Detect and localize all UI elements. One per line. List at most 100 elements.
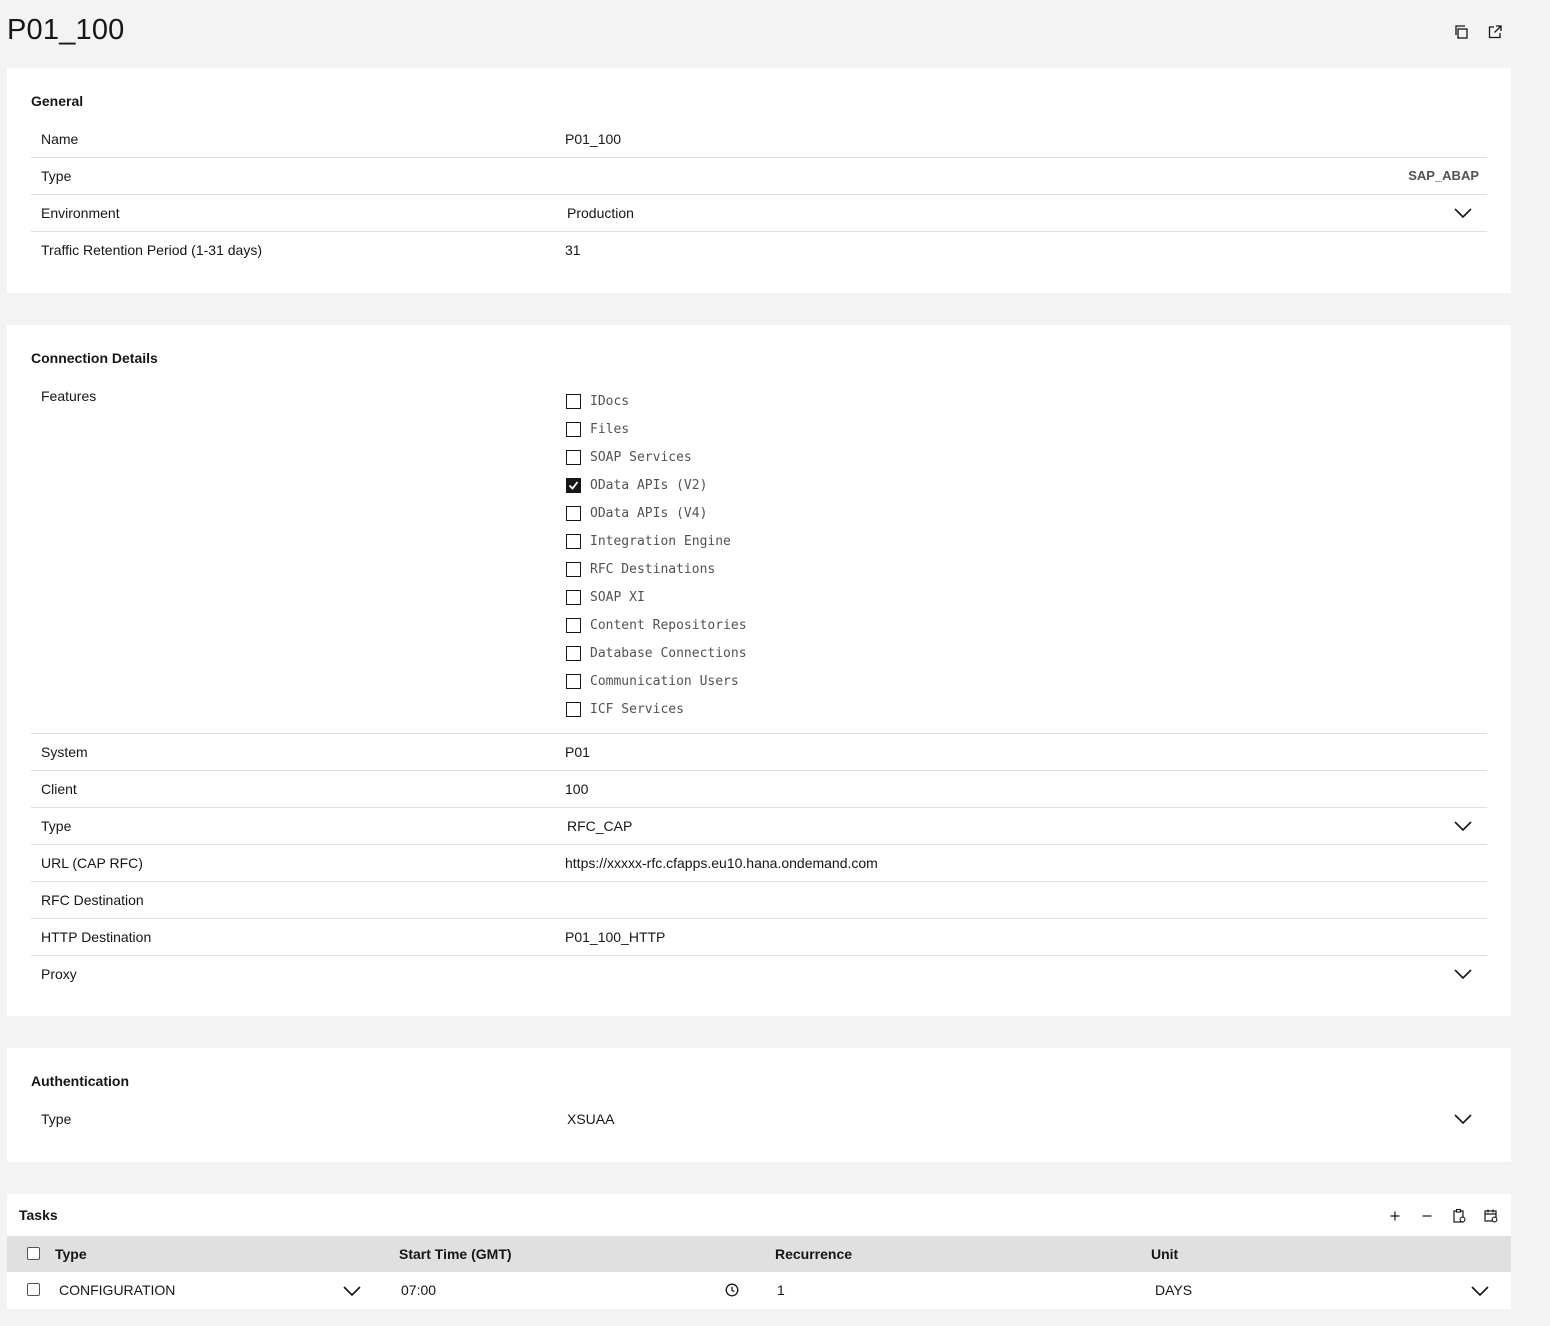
column-header-start-time[interactable]: Start Time (GMT) — [399, 1246, 512, 1262]
calendar-settings-icon[interactable] — [1481, 1206, 1501, 1226]
type-label: Type — [41, 168, 72, 184]
proxy-label: Proxy — [41, 966, 77, 982]
features-label: Features — [41, 388, 97, 404]
checkbox-checked[interactable] — [566, 477, 581, 493]
retention-value[interactable]: 31 — [565, 242, 581, 258]
feature-database-connections[interactable]: Database Connections — [566, 639, 747, 667]
connection-rows: Features IDocs Files SOAP Services OData… — [31, 378, 1487, 993]
retention-label: Traffic Retention Period (1-31 days) — [41, 242, 262, 258]
checkbox[interactable] — [566, 505, 581, 521]
chevron-down-icon[interactable] — [1453, 966, 1473, 982]
feature-odata-v4[interactable]: OData APIs (V4) — [566, 499, 747, 527]
checkbox[interactable] — [566, 561, 581, 577]
features-list: IDocs Files SOAP Services OData APIs (V2… — [566, 387, 747, 723]
checkbox[interactable] — [566, 589, 581, 605]
feature-odata-v2[interactable]: OData APIs (V2) — [566, 471, 747, 499]
url-value[interactable]: https://xxxxx-rfc.cfapps.eu10.hana.ondem… — [565, 855, 878, 871]
checkbox[interactable] — [566, 645, 581, 661]
rfc-destination-label: RFC Destination — [41, 892, 144, 908]
checkbox[interactable] — [566, 393, 581, 409]
url-row: URL (CAP RFC) https://xxxxx-rfc.cfapps.e… — [31, 845, 1487, 882]
checkbox[interactable] — [566, 701, 581, 717]
checkbox[interactable] — [566, 421, 581, 437]
checkbox[interactable] — [566, 533, 581, 549]
authentication-title: Authentication — [31, 1073, 129, 1089]
name-value[interactable]: P01_100 — [565, 131, 621, 147]
tasks-table-header: Type Start Time (GMT) Recurrence Unit — [7, 1236, 1511, 1272]
name-label: Name — [41, 131, 79, 147]
system-label: System — [41, 744, 88, 760]
feature-idocs[interactable]: IDocs — [566, 387, 747, 415]
checkbox[interactable] — [566, 617, 581, 633]
authentication-card: Authentication Type XSUAA — [7, 1048, 1511, 1162]
clipboard-settings-icon[interactable] — [1449, 1206, 1469, 1226]
feature-label: IDocs — [590, 393, 630, 409]
feature-label: Database Connections — [590, 645, 747, 661]
feature-integration-engine[interactable]: Integration Engine — [566, 527, 747, 555]
client-label: Client — [41, 781, 77, 797]
tasks-title: Tasks — [19, 1207, 58, 1223]
feature-content-repositories[interactable]: Content Repositories — [566, 611, 747, 639]
clock-icon[interactable] — [724, 1282, 740, 1298]
feature-label: Files — [590, 421, 630, 437]
add-icon[interactable] — [1385, 1206, 1405, 1226]
environment-select[interactable]: Production — [567, 205, 634, 221]
chevron-down-icon[interactable] — [342, 1283, 362, 1299]
general-title: General — [31, 93, 84, 109]
rfc-destination-row: RFC Destination — [31, 882, 1487, 919]
feature-label: OData APIs (V4) — [590, 505, 708, 521]
chevron-down-icon[interactable] — [1453, 205, 1473, 221]
proxy-row[interactable]: Proxy — [31, 956, 1487, 993]
tasks-card: Tasks Type Start Time (GMT) Recurrence U… — [7, 1194, 1511, 1309]
connection-type-row[interactable]: Type RFC_CAP — [31, 808, 1487, 845]
chevron-down-icon[interactable] — [1470, 1283, 1490, 1299]
feature-soap-services[interactable]: SOAP Services — [566, 443, 747, 471]
feature-label: Communication Users — [590, 673, 739, 689]
feature-communication-users[interactable]: Communication Users — [566, 667, 747, 695]
environment-row[interactable]: Environment Production — [31, 195, 1487, 232]
task-recurrence-input[interactable]: 1 — [777, 1282, 785, 1298]
task-unit-select[interactable]: DAYS — [1155, 1282, 1192, 1298]
http-destination-row: HTTP Destination P01_100_HTTP — [31, 919, 1487, 956]
system-row: System P01 — [31, 734, 1487, 771]
feature-label: Content Repositories — [590, 617, 747, 633]
client-value[interactable]: 100 — [565, 781, 588, 797]
checkmark-icon — [568, 480, 579, 490]
connection-type-label: Type — [41, 818, 72, 834]
remove-icon[interactable] — [1417, 1206, 1437, 1226]
connection-card: Connection Details Features IDocs Files … — [7, 325, 1511, 1016]
select-all-checkbox[interactable] — [27, 1247, 40, 1260]
task-type-select[interactable]: CONFIGURATION — [59, 1282, 175, 1298]
feature-files[interactable]: Files — [566, 415, 747, 443]
chevron-down-icon[interactable] — [1453, 818, 1473, 834]
copy-icon[interactable] — [1451, 22, 1471, 42]
checkbox[interactable] — [566, 449, 581, 465]
connection-type-select[interactable]: RFC_CAP — [567, 818, 632, 834]
type-value: SAP_ABAP — [1408, 168, 1479, 183]
features-row: Features IDocs Files SOAP Services OData… — [31, 378, 1487, 734]
auth-type-select[interactable]: XSUAA — [567, 1111, 614, 1127]
name-row: Name P01_100 — [31, 121, 1487, 158]
type-row: Type SAP_ABAP — [31, 158, 1487, 195]
tasks-toolbar — [1385, 1206, 1501, 1226]
feature-label: SOAP Services — [590, 449, 692, 465]
environment-label: Environment — [41, 205, 120, 221]
feature-soap-xi[interactable]: SOAP XI — [566, 583, 747, 611]
checkbox[interactable] — [566, 673, 581, 689]
system-value[interactable]: P01 — [565, 744, 590, 760]
open-external-icon[interactable] — [1485, 22, 1505, 42]
http-destination-value[interactable]: P01_100_HTTP — [565, 929, 665, 945]
chevron-down-icon[interactable] — [1453, 1111, 1473, 1127]
http-destination-label: HTTP Destination — [41, 929, 152, 945]
connection-title: Connection Details — [31, 350, 158, 366]
column-header-recurrence[interactable]: Recurrence — [775, 1246, 852, 1262]
auth-type-row[interactable]: Type XSUAA — [31, 1101, 1487, 1138]
column-header-type[interactable]: Type — [55, 1246, 87, 1262]
feature-rfc-destinations[interactable]: RFC Destinations — [566, 555, 747, 583]
feature-label: SOAP XI — [590, 589, 645, 605]
row-checkbox[interactable] — [27, 1283, 40, 1296]
feature-label: OData APIs (V2) — [590, 477, 708, 493]
feature-icf-services[interactable]: ICF Services — [566, 695, 747, 723]
task-start-time-input[interactable]: 07:00 — [401, 1282, 436, 1298]
column-header-unit[interactable]: Unit — [1151, 1246, 1178, 1262]
